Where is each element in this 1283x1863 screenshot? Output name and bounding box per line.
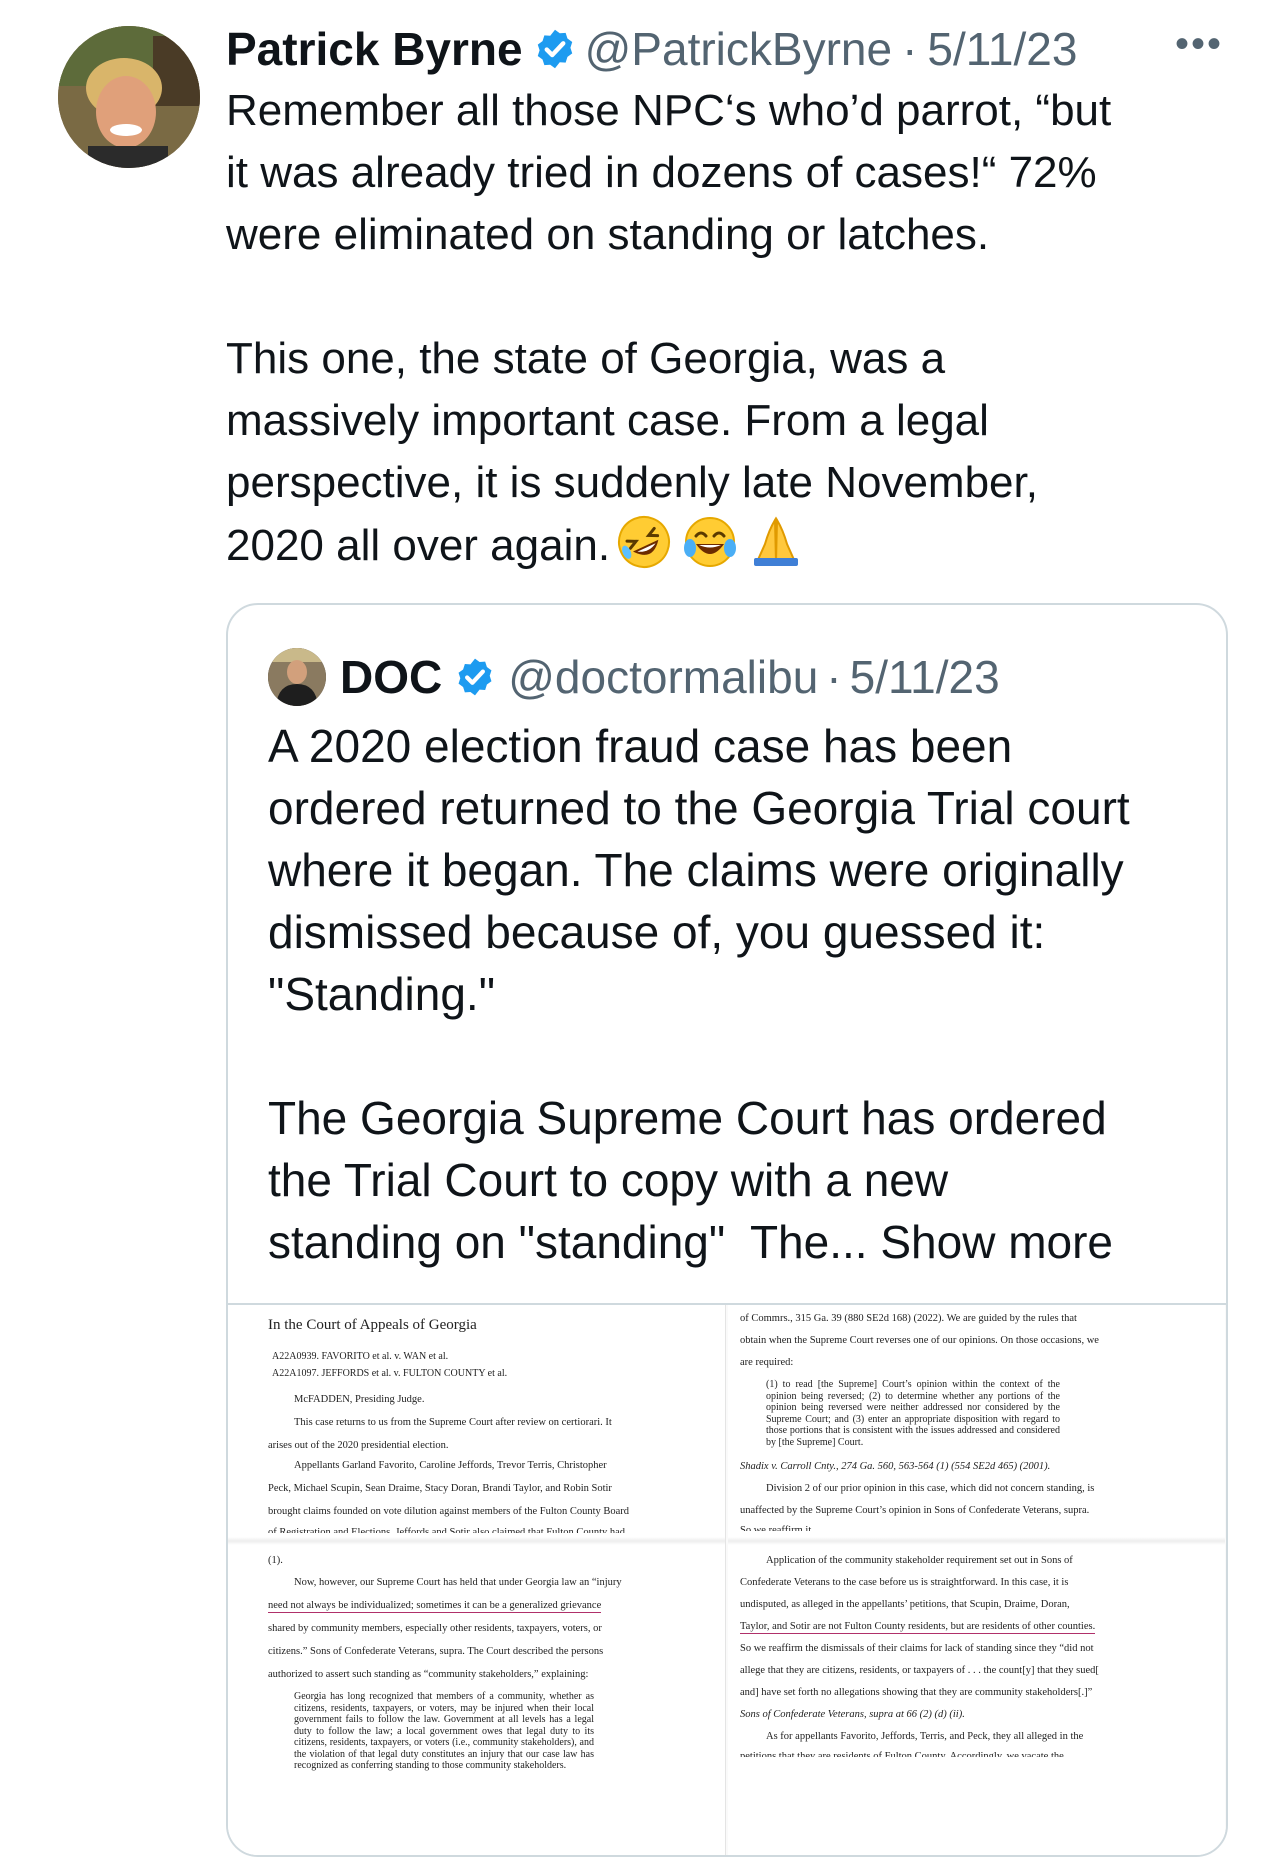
quoted-tweet-date[interactable]: 5/11/23 <box>850 650 1000 704</box>
quoted-tweet[interactable]: DOC @doctormalibu · 5/11/23 A 2020 elect… <box>226 603 1228 1857</box>
court-heading: In the Court of Appeals of Georgia <box>268 1317 477 1333</box>
doc-line: As for appellants Favorito, Jeffords, Te… <box>766 1731 1084 1742</box>
doc-line: are required: <box>740 1357 794 1368</box>
doc-line: Division 2 of our prior opinion in this … <box>766 1483 1095 1494</box>
tweet-header: Patrick Byrne @PatrickByrne · 5/11/23 <box>226 18 1243 80</box>
verified-badge-icon <box>537 29 572 69</box>
doc-line: Peck, Michael Scupin, Sean Draime, Stacy… <box>268 1483 612 1494</box>
author-avatar[interactable] <box>58 26 200 168</box>
doc-line: and] have set forth no allegations showi… <box>740 1687 1093 1698</box>
doc-line-underlined: need not always be individualized; somet… <box>268 1600 602 1613</box>
doc-line-cut: of Registration and Elections. Jeffords … <box>268 1527 626 1533</box>
quoted-tweet-text-content: A 2020 election fraud case has been orde… <box>268 720 1130 1268</box>
quoted-author-avatar[interactable] <box>268 648 326 706</box>
doc-line: authorized to assert such standing as “c… <box>268 1669 589 1680</box>
doc-line: Application of the community stakeholder… <box>766 1555 1073 1566</box>
doc-line: Confederate Veterans to the case before … <box>740 1577 1069 1588</box>
case-number-1: A22A0939. FAVORITO et al. v. WAN et al. <box>272 1351 449 1362</box>
tweet: Patrick Byrne @PatrickByrne · 5/11/23 ••… <box>0 0 1283 1863</box>
quoted-tweet-header: DOC @doctormalibu · 5/11/23 <box>268 645 1000 709</box>
tweet-date[interactable]: 5/11/23 <box>927 22 1077 76</box>
doc-line: Now, however, our Supreme Court has held… <box>294 1577 622 1588</box>
folded-hands-emoji <box>754 516 799 566</box>
doc-line-cut: petitions that they are residents of Ful… <box>740 1751 1064 1757</box>
doc-line: Appellants Garland Favorito, Caroline Je… <box>294 1460 607 1471</box>
doc-line: shared by community members, especially … <box>268 1623 602 1634</box>
doc-line: unaffected by the Supreme Court’s opinio… <box>740 1505 1090 1516</box>
show-more-link[interactable]: Show more <box>880 1216 1113 1268</box>
tears-of-joy-emoji <box>684 517 737 567</box>
doc-line: allege that they are citizens, residents… <box>740 1665 1099 1676</box>
doc-line: brought claims founded on vote dilution … <box>268 1506 630 1517</box>
separator-dot: · <box>902 23 918 75</box>
quoted-author-handle[interactable]: @doctormalibu <box>508 650 818 704</box>
doc-line: of Commrs., 315 Ga. 39 (880 SE2d 168) (2… <box>740 1313 1077 1324</box>
doc-line: undisputed, as alleged in the appellants… <box>740 1599 1070 1610</box>
judge-line: McFADDEN, Presiding Judge. <box>294 1394 425 1405</box>
quoted-verified-badge-icon <box>458 658 492 696</box>
document-page-right: of Commrs., 315 Ga. 39 (880 SE2d 168) (2… <box>728 1305 1225 1855</box>
doc-line: This case returns to us from the Supreme… <box>294 1417 612 1428</box>
case-number-2: A22A1097. JEFFORDS et al. v. FULTON COUN… <box>272 1368 508 1379</box>
more-options-icon[interactable]: ••• <box>1175 22 1223 67</box>
page-fold <box>228 1537 725 1545</box>
doc-line: arises out of the 2020 presidential elec… <box>268 1440 449 1451</box>
quoted-block: Georgia has long recognized that members… <box>294 1691 594 1771</box>
court-document-image[interactable]: In the Court of Appeals of Georgia A22A0… <box>228 1303 1226 1855</box>
emoji-group <box>616 514 804 570</box>
page-fold <box>728 1537 1225 1545</box>
tweet-text: Remember all those NPC‘s who’d parrot, “… <box>226 80 1236 577</box>
rolling-on-floor-laughing-emoji <box>618 516 671 568</box>
doc-line: Sons of Confederate Veterans, supra at 6… <box>740 1709 965 1720</box>
quoted-separator-dot: · <box>826 651 842 703</box>
citation-line: Shadix v. Carroll Cnty., 274 Ga. 560, 56… <box>740 1461 1051 1472</box>
author-name[interactable]: Patrick Byrne <box>226 22 523 76</box>
doc-line: citizens.” Sons of Confederate Veterans,… <box>268 1646 604 1657</box>
quoted-tweet-text: A 2020 election fraud case has been orde… <box>268 715 1198 1273</box>
quoted-author-name[interactable]: DOC <box>340 650 442 704</box>
author-handle[interactable]: @PatrickByrne <box>585 22 892 76</box>
doc-line: (1). <box>268 1555 283 1566</box>
doc-line: So we reaffirm the dismissals of their c… <box>740 1643 1094 1654</box>
doc-line-underlined: Taylor, and Sotir are not Fulton County … <box>740 1621 1096 1634</box>
rule-block: (1) to read [the Supreme] Court’s opinio… <box>766 1379 1060 1448</box>
doc-line: obtain when the Supreme Court reverses o… <box>740 1335 1099 1346</box>
document-page-left: In the Court of Appeals of Georgia A22A0… <box>228 1305 726 1855</box>
tweet-text-content: Remember all those NPC‘s who’d parrot, “… <box>226 86 1112 570</box>
doc-line-cut: So we reaffirm it. <box>740 1525 814 1531</box>
